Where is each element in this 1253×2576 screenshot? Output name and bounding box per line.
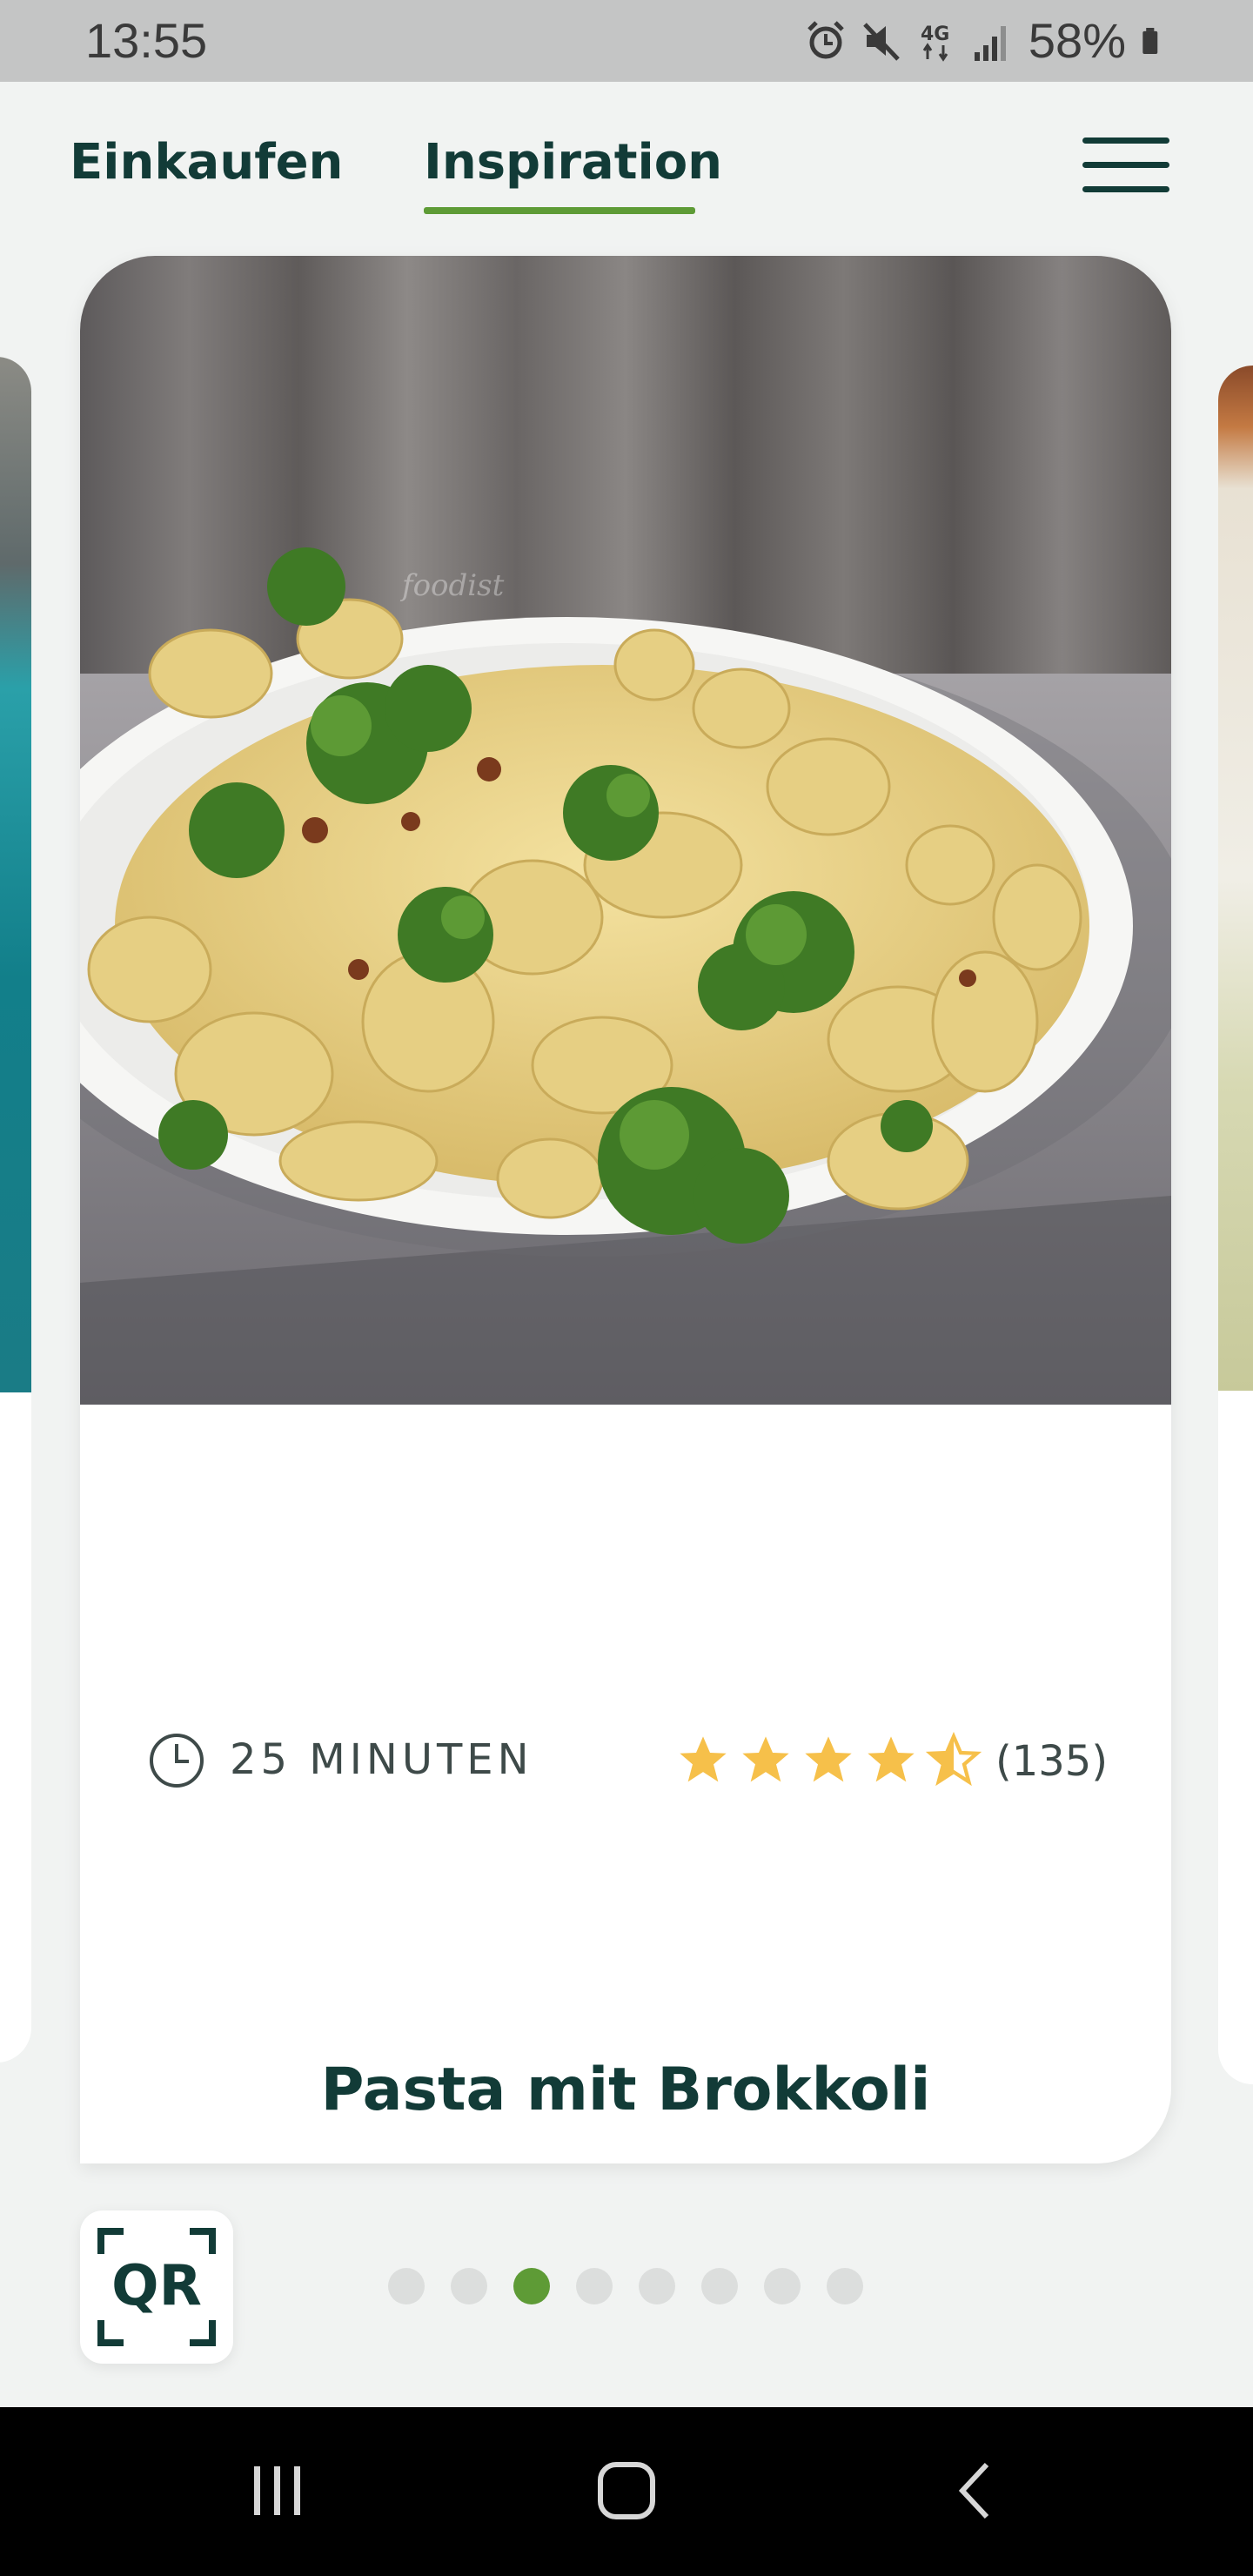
qr-label: QR (111, 2254, 202, 2318)
qr-scan-button[interactable]: QR (80, 2210, 233, 2364)
recipe-card[interactable]: foodist 25 MINUTEN (135) Pasta mit Brokk… (80, 256, 1171, 2163)
tab-einkaufen[interactable]: Einkaufen (70, 134, 343, 191)
page-dot[interactable] (576, 2268, 613, 2304)
star-icon (680, 1736, 727, 1782)
next-recipe-photo (1218, 366, 1253, 1391)
carousel-pagination (388, 2268, 863, 2304)
status-time: 13:55 (85, 13, 208, 68)
page-dot-active[interactable] (513, 2268, 550, 2304)
4g-icon: 4G (921, 23, 949, 62)
previous-recipe-card[interactable] (0, 357, 31, 2063)
signal-icon (974, 25, 1006, 61)
battery-icon (1142, 27, 1158, 54)
photo-watermark: foodist (399, 568, 505, 603)
star-icon (742, 1736, 789, 1782)
home-icon[interactable] (592, 2456, 661, 2526)
page-dot[interactable] (388, 2268, 425, 2304)
back-icon[interactable] (941, 2456, 1011, 2526)
page-dot[interactable] (827, 2268, 863, 2304)
top-nav: Einkaufen Inspiration (0, 82, 1253, 247)
system-nav-bar (0, 2407, 1253, 2576)
star-icon (868, 1736, 915, 1782)
half-star-icon (926, 1732, 982, 1787)
hamburger-menu-icon[interactable] (1082, 138, 1169, 193)
page-dot[interactable] (764, 2268, 801, 2304)
battery-percent: 58% (1028, 13, 1126, 68)
status-bar: 13:55 4G 58% (0, 0, 1253, 82)
star-icon (805, 1736, 852, 1782)
page-dot[interactable] (639, 2268, 675, 2304)
previous-recipe-photo (0, 357, 31, 1392)
alarm-icon (807, 20, 844, 58)
clock-icon (150, 1734, 204, 1788)
status-icons: 4G 58% (806, 12, 1168, 69)
page-dot[interactable] (451, 2268, 487, 2304)
recent-apps-icon[interactable] (242, 2456, 312, 2526)
recipe-title[interactable]: Pasta mit Brokkoli (80, 2056, 1171, 2124)
recipe-duration: 25 MINUTEN (230, 1735, 533, 1784)
rating-count: (135) (995, 1737, 1109, 1786)
mute-icon (863, 22, 900, 61)
active-tab-indicator (424, 207, 695, 214)
tab-inspiration[interactable]: Inspiration (424, 134, 722, 191)
rating-stars (675, 1732, 982, 1788)
page-dot[interactable] (701, 2268, 738, 2304)
recipe-photo: foodist (80, 256, 1171, 1405)
network-type: 4G (921, 23, 949, 45)
next-recipe-card[interactable] (1218, 366, 1253, 2084)
